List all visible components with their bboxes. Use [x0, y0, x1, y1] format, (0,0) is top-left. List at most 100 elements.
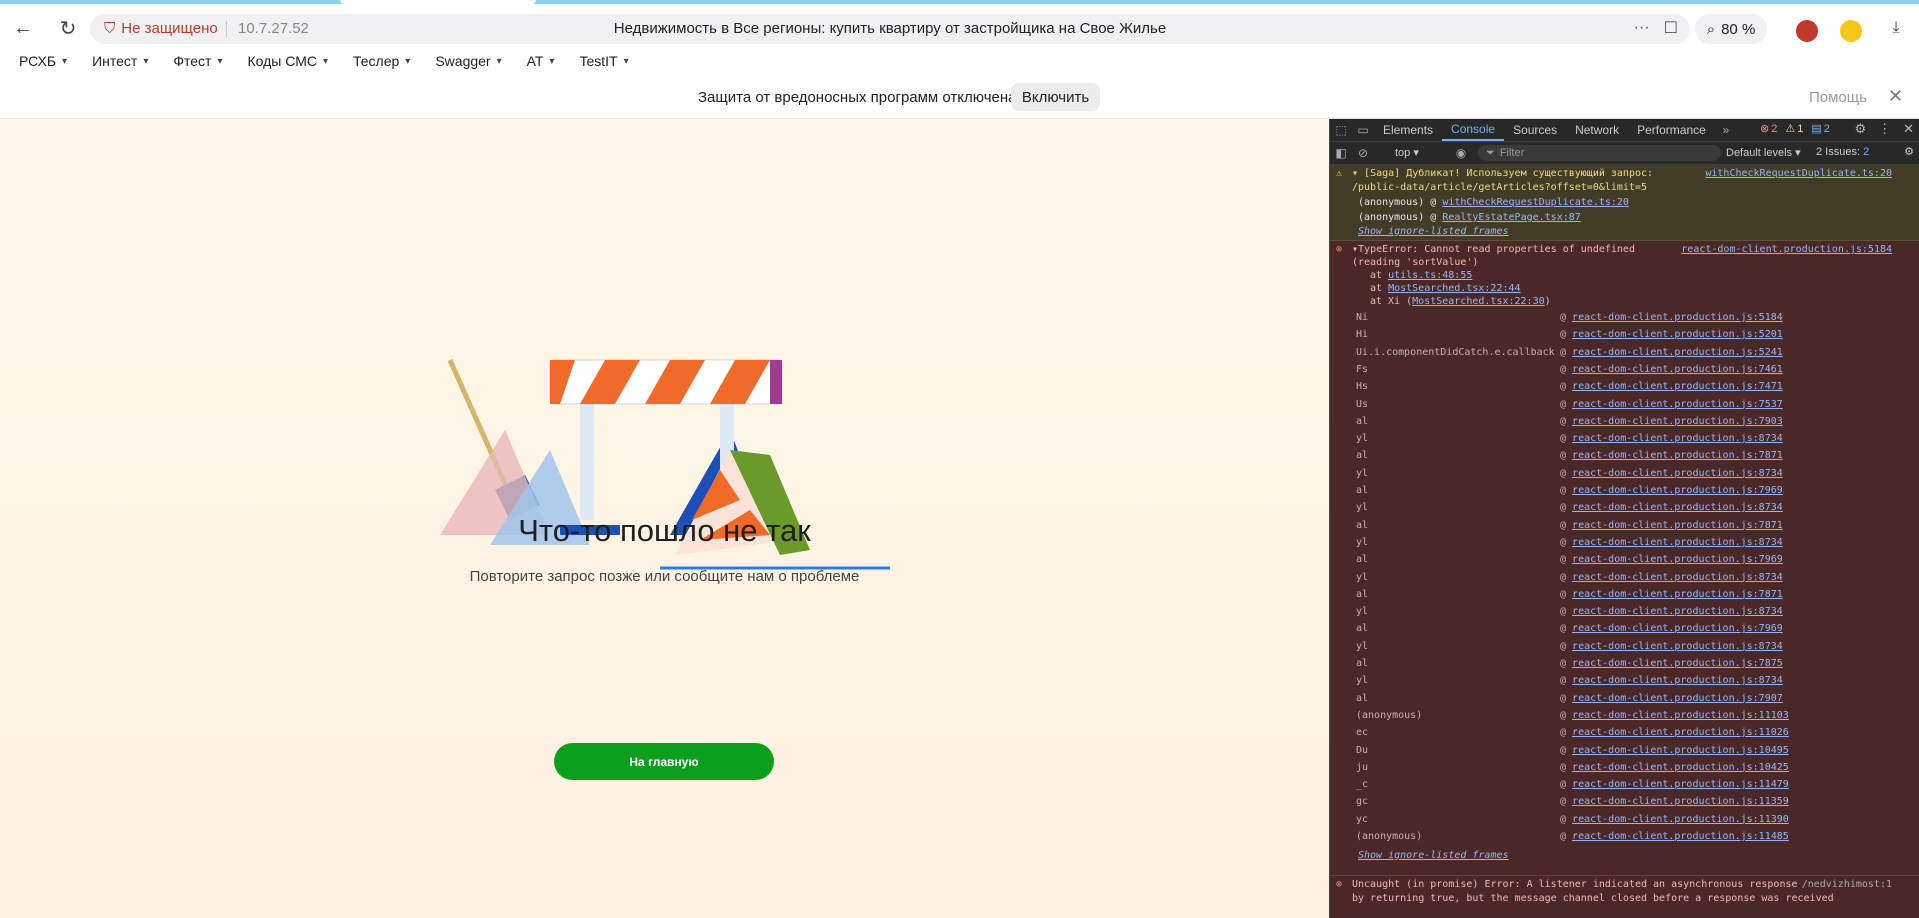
- reload-button[interactable]: ↻: [54, 14, 82, 42]
- bookmark-folder[interactable]: Фтест ▾: [173, 53, 222, 69]
- stack-frame-link[interactable]: react-dom-client.production.js:7907: [1572, 693, 1783, 704]
- error-at-line: at MostSearched.tsx:22:44: [1370, 283, 1521, 294]
- error-subtitle: Повторите запрос позже или сообщите нам …: [469, 568, 860, 585]
- show-ignore-listed-frames[interactable]: Show ignore-listed frames: [1358, 225, 1509, 239]
- stack-frame-link[interactable]: react-dom-client.production.js:8734: [1572, 641, 1783, 652]
- stack-frame-location: @ react-dom-client.production.js:7461: [1560, 363, 1783, 375]
- clear-console-icon[interactable]: ⊘: [1352, 146, 1374, 160]
- bookmark-folder[interactable]: Swagger ▾: [435, 53, 501, 69]
- stack-frame-link[interactable]: react-dom-client.production.js:5184: [1572, 312, 1783, 323]
- stack-frame-link[interactable]: react-dom-client.production.js:7969: [1572, 554, 1783, 565]
- zoom-indicator[interactable]: ⌕ 80 %: [1695, 14, 1767, 44]
- stack-frame-link[interactable]: react-dom-client.production.js:7871: [1572, 520, 1783, 531]
- log-levels-dropdown[interactable]: Default levels ▾: [1726, 146, 1801, 159]
- close-icon[interactable]: ✕: [1903, 121, 1914, 137]
- kebab-menu-icon[interactable]: ⋮: [1878, 121, 1891, 137]
- stack-frame-location: @ react-dom-client.production.js:7471: [1560, 381, 1783, 393]
- stack-frame-location: @ react-dom-client.production.js:11359: [1560, 796, 1789, 808]
- error2-line-1[interactable]: Uncaught (in promise) Error: A listener …: [1352, 878, 1798, 892]
- issues-counter[interactable]: 2 Issues: 2: [1816, 146, 1869, 158]
- tab-performance[interactable]: Performance: [1628, 119, 1715, 141]
- stack-frame-link[interactable]: react-dom-client.production.js:7471: [1572, 381, 1783, 392]
- stack-frame-link[interactable]: react-dom-client.production.js:7871: [1572, 450, 1783, 461]
- stack-frame-link[interactable]: react-dom-client.production.js:11485: [1572, 831, 1789, 842]
- warning-line-1[interactable]: ▾ [Saga] Дубликат! Используем существующ…: [1352, 167, 1653, 181]
- home-button[interactable]: На главную: [554, 743, 774, 780]
- bookmark-folder[interactable]: TestIT ▾: [579, 53, 628, 69]
- context-selector[interactable]: top ▾: [1395, 146, 1419, 159]
- stack-frame-function: Us: [1356, 398, 1369, 410]
- stack-frame-function: yl: [1356, 467, 1369, 479]
- bookmark-folder[interactable]: Теслер ▾: [353, 53, 410, 69]
- inspect-icon[interactable]: ⬚: [1330, 123, 1352, 137]
- stack-frame-link[interactable]: react-dom-client.production.js:8734: [1572, 468, 1783, 479]
- gear-icon[interactable]: ⚙: [1854, 121, 1866, 137]
- extension-seo-icon[interactable]: [1796, 20, 1818, 42]
- sidebar-toggle-icon[interactable]: ◧: [1330, 146, 1352, 160]
- tab-elements[interactable]: Elements: [1374, 119, 1442, 141]
- stack-frame-link[interactable]: react-dom-client.production.js:8734: [1572, 572, 1783, 583]
- stack-frame-link[interactable]: react-dom-client.production.js:10425: [1572, 762, 1789, 773]
- bookmark-label: Коды СМС: [247, 53, 317, 69]
- close-icon[interactable]: ✕: [1888, 86, 1903, 107]
- extension-icon[interactable]: [1840, 20, 1862, 42]
- stack-frame-link[interactable]: react-dom-client.production.js:7537: [1572, 399, 1783, 410]
- stack-frame-link[interactable]: react-dom-client.production.js:5241: [1572, 347, 1783, 358]
- gear-icon[interactable]: ⚙: [1904, 145, 1914, 158]
- stack-frame-link[interactable]: react-dom-client.production.js:11026: [1572, 727, 1789, 738]
- enable-protection-button[interactable]: Включить: [1011, 83, 1100, 111]
- bookmark-folder[interactable]: Интест ▾: [92, 53, 148, 69]
- stack-frame-function: al: [1356, 554, 1369, 566]
- downloads-icon[interactable]: ⤓: [1882, 14, 1910, 42]
- device-toolbar-icon[interactable]: ▭: [1352, 123, 1374, 137]
- tab-console[interactable]: Console: [1442, 119, 1505, 141]
- stack-frame-function: ju: [1356, 761, 1369, 773]
- omnibox[interactable]: ⛉ Не защищено 10.7.27.52 Недвижимость в …: [90, 14, 1690, 44]
- eye-icon[interactable]: ◉: [1450, 146, 1472, 160]
- stack-frame-link[interactable]: react-dom-client.production.js:8734: [1572, 433, 1783, 444]
- stack-frame-link[interactable]: react-dom-client.production.js:5201: [1572, 329, 1783, 340]
- warning-source-link[interactable]: withCheckRequestDuplicate.ts:20: [1705, 167, 1892, 181]
- stack-frame-function: Ni: [1356, 312, 1369, 323]
- help-link[interactable]: Помощь: [1809, 89, 1867, 106]
- chevron-down-icon: ▾: [322, 55, 328, 67]
- stack-frame-link[interactable]: react-dom-client.production.js:11359: [1572, 796, 1789, 807]
- stack-frame-link[interactable]: react-dom-client.production.js:7871: [1572, 589, 1783, 600]
- stack-frame-link[interactable]: react-dom-client.production.js:7969: [1572, 485, 1783, 496]
- stack-frame-link[interactable]: react-dom-client.production.js:11390: [1572, 814, 1789, 825]
- chevron-down-icon: ▾: [496, 55, 502, 67]
- tab-sources[interactable]: Sources: [1504, 119, 1566, 141]
- stack-frame-function: al: [1356, 485, 1369, 496]
- stack-frame-location: @ react-dom-client.production.js:7969: [1560, 623, 1783, 635]
- stack-frame-link[interactable]: react-dom-client.production.js:7969: [1572, 623, 1783, 634]
- error-line-1[interactable]: ▾TypeError: Cannot read properties of un…: [1352, 243, 1635, 257]
- bookmark-folder[interactable]: Коды СМС ▾: [247, 53, 328, 69]
- stack-frame-link[interactable]: react-dom-client.production.js:8734: [1572, 537, 1783, 548]
- console-counts[interactable]: ⊗ 2 ⚠ 1 ▤ 2: [1760, 122, 1830, 136]
- chevron-down-icon: ▾: [549, 55, 555, 67]
- stack-frame-link[interactable]: react-dom-client.production.js:10495: [1572, 745, 1789, 756]
- stack-frame-link[interactable]: react-dom-client.production.js:11479: [1572, 779, 1789, 790]
- bookmark-icon[interactable]: ☐: [1664, 18, 1678, 38]
- stack-frame-link[interactable]: react-dom-client.production.js:8734: [1572, 606, 1783, 617]
- stack-frame-link[interactable]: react-dom-client.production.js:7461: [1572, 364, 1783, 375]
- bookmark-folder[interactable]: АТ ▾: [527, 53, 555, 69]
- stack-frame-link[interactable]: react-dom-client.production.js:8734: [1572, 502, 1783, 513]
- more-tabs-icon[interactable]: »: [1715, 123, 1737, 137]
- stack-frame-link[interactable]: react-dom-client.production.js:11103: [1572, 710, 1789, 721]
- stack-frame-location: @ react-dom-client.production.js:10425: [1560, 761, 1789, 773]
- more-icon[interactable]: ···: [1634, 19, 1650, 37]
- stack-frame-link[interactable]: react-dom-client.production.js:7875: [1572, 658, 1783, 669]
- warning-icon: ⚠: [1785, 123, 1796, 135]
- stack-frame-function: gc: [1356, 796, 1369, 808]
- bookmark-folder[interactable]: РСХБ ▾: [19, 53, 67, 69]
- stack-frame-location: @ react-dom-client.production.js:7903: [1560, 415, 1783, 427]
- stack-frame-link[interactable]: react-dom-client.production.js:8734: [1572, 675, 1783, 686]
- stack-frame-link[interactable]: react-dom-client.production.js:7903: [1572, 416, 1783, 427]
- back-button[interactable]: ←: [9, 14, 37, 42]
- tab-network[interactable]: Network: [1566, 119, 1628, 141]
- error-source-link[interactable]: react-dom-client.production.js:5184: [1681, 243, 1892, 257]
- error2-source[interactable]: /nedvizhimost:1: [1802, 878, 1892, 892]
- filter-input[interactable]: ⏷ Filter: [1478, 145, 1721, 161]
- show-ignore-listed-frames[interactable]: Show ignore-listed frames: [1358, 849, 1509, 863]
